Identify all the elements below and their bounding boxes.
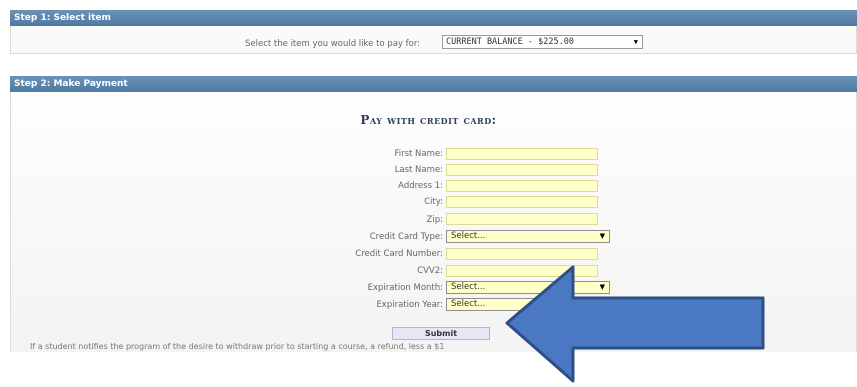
- page-title: Pay with credit card:: [360, 113, 497, 127]
- item-select-value: CURRENT BALANCE - $225.00: [446, 37, 574, 47]
- city-label: City:: [424, 197, 443, 207]
- card-type-value: Select...: [451, 231, 486, 241]
- exp-month-value: Select...: [451, 282, 486, 292]
- city-field[interactable]: [446, 196, 598, 208]
- address1-field[interactable]: [446, 180, 598, 192]
- address1-label: Address 1:: [398, 181, 443, 191]
- step1-header: Step 1: Select item: [10, 10, 857, 26]
- card-number-field[interactable]: [446, 248, 598, 260]
- item-select[interactable]: CURRENT BALANCE - $225.00 ▼: [442, 35, 643, 49]
- card-number-label: Credit Card Number:: [355, 249, 443, 259]
- exp-month-label: Expiration Month:: [367, 283, 443, 293]
- card-type-label: Credit Card Type:: [369, 232, 443, 242]
- card-type-select[interactable]: Select... ▼: [446, 230, 610, 243]
- arrow-left-icon: [505, 265, 765, 383]
- chevron-down-icon: ▼: [599, 232, 605, 240]
- select-item-label: Select the item you would like to pay fo…: [245, 39, 421, 49]
- step1-panel: [10, 26, 857, 54]
- zip-label: Zip:: [426, 215, 443, 225]
- first-name-label: First Name:: [394, 149, 443, 159]
- last-name-field[interactable]: [446, 164, 598, 176]
- exp-year-label: Expiration Year:: [376, 300, 443, 310]
- chevron-down-icon: ▼: [633, 38, 638, 46]
- zip-field[interactable]: [446, 213, 598, 225]
- first-name-field[interactable]: [446, 148, 598, 160]
- step2-header: Step 2: Make Payment: [10, 76, 857, 92]
- cvv2-label: CVV2:: [417, 266, 443, 276]
- submit-button[interactable]: Submit: [392, 327, 490, 340]
- exp-year-value: Select...: [451, 299, 486, 309]
- last-name-label: Last Name:: [394, 165, 443, 175]
